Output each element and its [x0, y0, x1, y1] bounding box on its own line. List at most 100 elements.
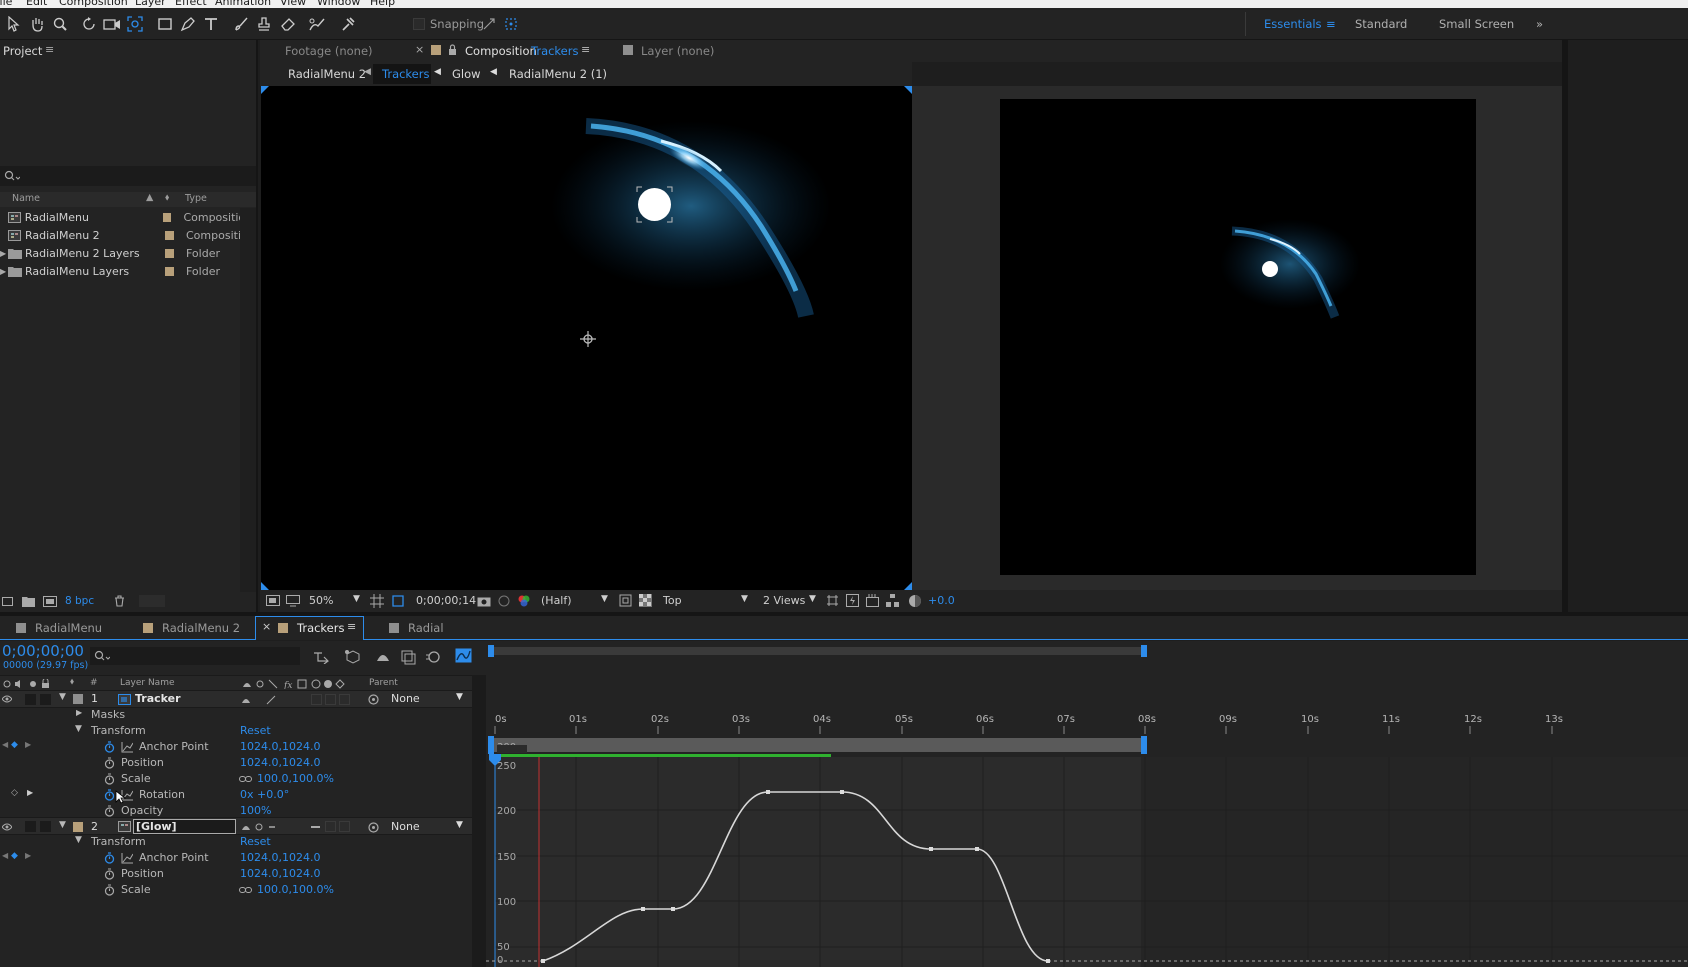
- timeline-panel-menu-icon[interactable]: ≡: [347, 620, 356, 633]
- view-layout-value[interactable]: 2 Views: [763, 594, 805, 607]
- safe-margins-icon[interactable]: [370, 594, 384, 608]
- parent-select-value[interactable]: None: [391, 820, 420, 833]
- mask-visibility-icon[interactable]: [391, 594, 405, 608]
- expand-arrow-icon[interactable]: ▶: [0, 249, 8, 258]
- label-column-icon[interactable]: ⬧: [70, 677, 74, 687]
- interpret-footage-icon[interactable]: [2, 596, 14, 607]
- composition-view-top[interactable]: [261, 86, 912, 590]
- rotation-value[interactable]: 0x +0.0°: [240, 788, 289, 801]
- layer-switch-dash[interactable]: [311, 826, 320, 828]
- position-value[interactable]: 1024.0,1024.0: [240, 867, 320, 880]
- layer-label-swatch[interactable]: [73, 822, 83, 832]
- keyframe-empty-icon[interactable]: ◇: [11, 788, 18, 798]
- time-navigator-start-handle[interactable]: [488, 645, 494, 657]
- resolution-value[interactable]: (Half): [541, 594, 572, 607]
- region-of-interest-icon[interactable]: [619, 594, 632, 607]
- stopwatch-icon[interactable]: [104, 868, 115, 880]
- layer-name-column-header[interactable]: Layer Name: [120, 678, 175, 688]
- breadcrumb-trackers[interactable]: Trackers: [382, 67, 429, 81]
- layer-row-glow[interactable]: ▼ 2 [Glow] None ▼: [0, 817, 486, 835]
- anchor-point-value[interactable]: 1024.0,1024.0: [240, 740, 320, 753]
- hand-tool-icon[interactable]: [26, 13, 48, 35]
- rotation-tool-icon[interactable]: [78, 13, 100, 35]
- pan-behind-tool-icon[interactable]: [124, 13, 146, 35]
- timeline-tab-radial[interactable]: Radial: [408, 621, 444, 635]
- video-visibility-eye-icon[interactable]: [2, 695, 12, 703]
- layer-list-scrollbar[interactable]: [472, 675, 486, 967]
- property-row-scale[interactable]: Scale 100.0,100.0%: [0, 771, 486, 788]
- breadcrumb-glow[interactable]: Glow: [452, 67, 481, 81]
- show-snapshot-icon[interactable]: [497, 594, 511, 608]
- project-panel-menu-icon[interactable]: ≡: [45, 43, 54, 56]
- project-scrollbar[interactable]: [240, 208, 256, 608]
- constrain-proportions-link-icon[interactable]: [239, 775, 252, 783]
- bit-depth-button[interactable]: 8 bpc: [65, 595, 94, 607]
- property-row-position[interactable]: Position 1024.0,1024.0: [0, 866, 486, 883]
- camera-tool-icon[interactable]: [101, 13, 123, 35]
- transparency-grid-icon[interactable]: [639, 594, 652, 607]
- property-row-position[interactable]: Position 1024.0,1024.0: [0, 755, 486, 772]
- clone-stamp-tool-icon[interactable]: [253, 13, 275, 35]
- timeline-tab-radialmenu[interactable]: RadialMenu: [35, 621, 102, 635]
- viewer-timecode[interactable]: 0;00;00;14: [416, 594, 476, 607]
- property-row-anchor-point[interactable]: ◀ ◆ ▶ Anchor Point 1024.0,1024.0: [0, 739, 486, 756]
- menu-help[interactable]: Help: [370, 0, 395, 8]
- snapshot-camera-icon[interactable]: [477, 595, 491, 607]
- menu-view[interactable]: View: [280, 0, 306, 8]
- snapping-checkbox[interactable]: [413, 18, 425, 30]
- eraser-tool-icon[interactable]: [277, 13, 299, 35]
- layer-collapse-arrow-icon[interactable]: ▼: [59, 820, 66, 830]
- channel-rgb-icon[interactable]: [517, 594, 531, 608]
- layer-switches[interactable]: [241, 695, 277, 705]
- workspace-standard[interactable]: Standard: [1355, 17, 1407, 31]
- stopwatch-icon[interactable]: [104, 741, 115, 753]
- menu-effect[interactable]: Effect: [175, 0, 207, 8]
- display-icon[interactable]: [286, 595, 300, 607]
- type-tool-icon[interactable]: [200, 13, 222, 35]
- breadcrumb-radialmenu2-1[interactable]: RadialMenu 2 (1): [509, 67, 607, 81]
- more-workspaces-icon[interactable]: »: [1536, 17, 1543, 31]
- label-color-swatch[interactable]: [162, 212, 172, 222]
- composition-view-second[interactable]: [912, 86, 1562, 590]
- graph-toggle-icon[interactable]: [121, 742, 133, 753]
- graph-editor[interactable]: [486, 726, 1688, 967]
- roto-brush-tool-icon[interactable]: [306, 13, 328, 35]
- lock-icon[interactable]: [448, 44, 457, 56]
- new-composition-icon[interactable]: [43, 595, 57, 607]
- label-color-swatch[interactable]: [165, 266, 174, 276]
- sort-arrow-icon[interactable]: ▲: [146, 192, 153, 203]
- parent-dropdown-icon[interactable]: ▼: [456, 820, 463, 830]
- keyframe-indicator-icon[interactable]: ◆: [11, 851, 18, 861]
- menu-composition[interactable]: Composition: [59, 0, 128, 8]
- close-tab-icon[interactable]: ×: [262, 620, 271, 633]
- lock-switch[interactable]: [40, 821, 51, 832]
- project-item[interactable]: ▶ RadialMenu Layers Folder: [0, 262, 256, 280]
- stopwatch-icon[interactable]: [104, 789, 115, 801]
- type-column-header[interactable]: Type: [185, 193, 207, 204]
- stopwatch-icon[interactable]: [104, 773, 115, 785]
- stopwatch-icon[interactable]: [104, 757, 115, 769]
- parent-dropdown-icon[interactable]: ▼: [456, 692, 463, 702]
- masks-group-row[interactable]: ▶ Masks: [0, 707, 486, 724]
- menu-edit[interactable]: Edit: [26, 0, 47, 8]
- label-tag-icon[interactable]: ⬧: [165, 192, 169, 203]
- exposure-value[interactable]: +0.0: [928, 594, 955, 607]
- frame-blending-icon[interactable]: [400, 649, 416, 665]
- av-switch-icons[interactable]: [2, 679, 54, 689]
- opacity-value[interactable]: 100%: [240, 804, 271, 817]
- stopwatch-icon[interactable]: [104, 852, 115, 864]
- tab-footage[interactable]: Footage (none): [285, 44, 373, 58]
- keyframe-indicator-icon[interactable]: ◆: [11, 740, 18, 750]
- layer-bounding-box[interactable]: [636, 186, 673, 223]
- close-tab-icon[interactable]: ×: [415, 43, 424, 56]
- draft-3d-icon[interactable]: [344, 649, 360, 665]
- transform-group-row[interactable]: ▼ Transform Reset: [0, 834, 486, 851]
- project-item[interactable]: ▶ RadialMenu 2 Layers Folder: [0, 244, 256, 262]
- project-search-input[interactable]: [0, 166, 256, 186]
- workspace-menu-icon[interactable]: ≡: [1326, 17, 1336, 31]
- time-navigator-bar[interactable]: [490, 647, 1146, 655]
- layer-switches-header-icons[interactable]: fx: [242, 679, 350, 689]
- expand-arrow-icon[interactable]: ▶: [76, 708, 82, 717]
- number-column-header[interactable]: #: [90, 678, 98, 688]
- toggle-pixel-aspect-icon[interactable]: [826, 594, 839, 607]
